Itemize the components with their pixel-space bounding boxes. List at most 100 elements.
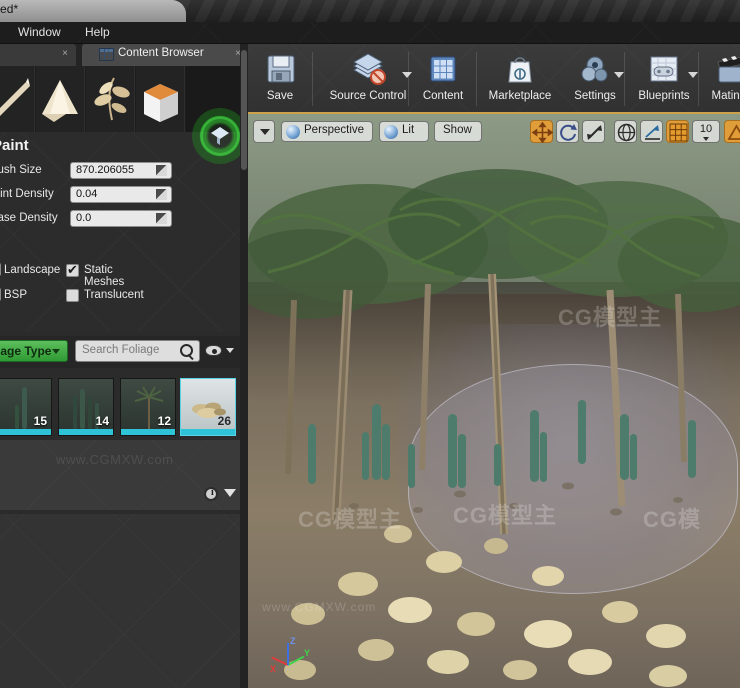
- toolbar-marketplace-button[interactable]: Marketplace: [478, 44, 562, 114]
- paint-density-input[interactable]: 0.04: [70, 186, 172, 203]
- landscape-label: Landscape: [4, 264, 61, 276]
- tab-partial[interactable]: ×: [0, 44, 76, 66]
- brush-size-label: Brush Size: [0, 164, 42, 176]
- paint-density-label: Paint Density: [0, 188, 54, 200]
- chevron-down-icon: [52, 349, 60, 354]
- content-icon: [430, 56, 456, 82]
- toolbar-settings-button[interactable]: Settings: [562, 44, 628, 114]
- erase-density-value: 0.0: [76, 212, 92, 224]
- title-bar: Untitled*: [0, 0, 740, 22]
- rotate-icon: [560, 124, 577, 141]
- erase-density-input[interactable]: 0.0: [70, 210, 172, 227]
- search-foliage-input[interactable]: Search Foliage: [75, 340, 200, 362]
- viewport-toolbar: Perspective Lit Show 10: [248, 114, 740, 148]
- viewport-watermark: www.CGMXW.com: [262, 600, 377, 614]
- foliage-type-button[interactable]: Foliage Type: [0, 340, 68, 362]
- foliage-item-0[interactable]: 15: [0, 378, 52, 436]
- toolbar-marketplace-label: Marketplace: [488, 90, 552, 102]
- unreal-editor-window: Untitled* Window Help × Content Browser …: [0, 0, 740, 688]
- viewport-lit-button[interactable]: Lit: [379, 121, 429, 142]
- grid-snap-toggle-button[interactable]: [666, 120, 689, 143]
- toolbar-source-control-button[interactable]: Source Control: [316, 44, 420, 114]
- panel-watermark: www.CGMXW.com: [56, 452, 174, 467]
- grid-icon: [669, 123, 688, 142]
- chevron-down-icon: [224, 489, 236, 497]
- static-meshes-label: Static Meshes: [84, 264, 125, 288]
- menu-item-window[interactable]: Window: [18, 25, 61, 39]
- static-meshes-checkbox[interactable]: [66, 262, 79, 278]
- foliage-item-2[interactable]: 12: [120, 378, 176, 436]
- foliage-type-bar: Foliage Type Search Foliage: [0, 336, 248, 368]
- toolbar-save-button[interactable]: Save: [252, 44, 308, 114]
- foliage-item-1[interactable]: 14: [58, 378, 114, 436]
- scale-tool-button[interactable]: [582, 120, 605, 143]
- window-title: Untitled*: [0, 2, 19, 16]
- asset-thumb-spike[interactable]: [0, 66, 35, 132]
- asset-thumb-crate[interactable]: [136, 66, 185, 132]
- viewport-show-button[interactable]: Show: [434, 121, 482, 142]
- search-foliage-placeholder: Search Foliage: [82, 344, 160, 356]
- toolbar-separator: [408, 52, 409, 106]
- toolbar-separator: [312, 52, 313, 106]
- viewport-axis-gizmo: X Y Z: [266, 632, 316, 676]
- source-control-icon: [352, 53, 386, 85]
- foliage-item-count: 12: [157, 414, 171, 428]
- scale-icon: [587, 125, 602, 140]
- asset-thumb-cloth[interactable]: [36, 66, 85, 132]
- project-title-tab[interactable]: [0, 0, 186, 22]
- translate-tool-button[interactable]: [530, 120, 553, 143]
- left-tab-strip: × Content Browser ×: [0, 44, 248, 66]
- menu-bar: Window Help: [0, 22, 740, 44]
- grid-snap-value-button[interactable]: 10: [692, 120, 720, 143]
- lit-icon: [384, 125, 398, 139]
- view-options-button[interactable]: [204, 486, 238, 504]
- foliage-item-3[interactable]: 26: [180, 378, 236, 436]
- foliage-item-bar: [121, 429, 175, 435]
- brush-size-value: 870.206055: [76, 164, 135, 176]
- viewport-watermark: CG模型主: [453, 503, 558, 528]
- foliage-lower-panel: www.CGMXW.com: [0, 440, 248, 510]
- left-panel-scrollbar[interactable]: [240, 44, 248, 688]
- toolbar-separator: [476, 52, 477, 106]
- foliage-visibility-button[interactable]: [205, 344, 235, 358]
- paint-panel-title: Paint: [0, 137, 29, 154]
- bsp-checkbox[interactable]: [0, 288, 1, 301]
- erase-density-spinner[interactable]: [156, 213, 167, 224]
- chevron-down-icon: [226, 348, 234, 353]
- surface-snap-toggle-button[interactable]: [640, 120, 663, 143]
- translucent-checkbox[interactable]: [66, 289, 79, 302]
- landscape-checkbox[interactable]: [0, 263, 1, 276]
- marketplace-icon: [508, 57, 532, 83]
- level-viewport[interactable]: CG模型主 CG模型主 CG模 CG模型主 www.CGMXW.com Pers…: [248, 114, 740, 688]
- plant-asset-icon: [94, 77, 130, 121]
- menu-item-help[interactable]: Help: [85, 25, 110, 39]
- rotate-tool-button[interactable]: [556, 120, 579, 143]
- main-toolbar: Save Source Control Content Marketplace …: [248, 44, 740, 114]
- source-control-caret-icon[interactable]: [402, 72, 412, 78]
- toolbar-matinee-button[interactable]: Matinee: [700, 44, 740, 114]
- world-space-toggle-button[interactable]: [614, 120, 637, 143]
- rotation-snap-toggle-button[interactable]: [724, 120, 740, 143]
- brush-size-input[interactable]: 870.206055: [70, 162, 172, 179]
- toolbar-settings-label: Settings: [574, 90, 616, 102]
- toolbar-content-button[interactable]: Content: [412, 44, 474, 114]
- settings-caret-icon[interactable]: [614, 72, 624, 78]
- foliage-item-count: 26: [217, 414, 231, 428]
- asset-thumb-plant[interactable]: [86, 66, 135, 132]
- scrollbar-thumb[interactable]: [241, 50, 247, 170]
- blueprints-caret-icon[interactable]: [688, 72, 698, 78]
- viewport-options-button[interactable]: [253, 120, 275, 143]
- paint-density-spinner[interactable]: [156, 189, 167, 200]
- tab-close-icon[interactable]: ×: [62, 48, 68, 59]
- chevron-down-icon: [703, 137, 709, 141]
- viewport-perspective-button[interactable]: Perspective: [281, 121, 373, 142]
- toolbar-blueprints-button[interactable]: Blueprints: [626, 44, 702, 114]
- brush-size-spinner[interactable]: [156, 165, 167, 176]
- toolbar-separator: [698, 52, 699, 106]
- axis-y: [287, 655, 305, 666]
- foliage-tool-icon: [211, 127, 229, 145]
- chevron-down-icon: [260, 129, 270, 135]
- foliage-thumbnail-list: 15 14 12 26: [0, 378, 248, 438]
- grid-snap-value: 10: [699, 123, 713, 135]
- tab-content-browser[interactable]: Content Browser ×: [82, 44, 248, 66]
